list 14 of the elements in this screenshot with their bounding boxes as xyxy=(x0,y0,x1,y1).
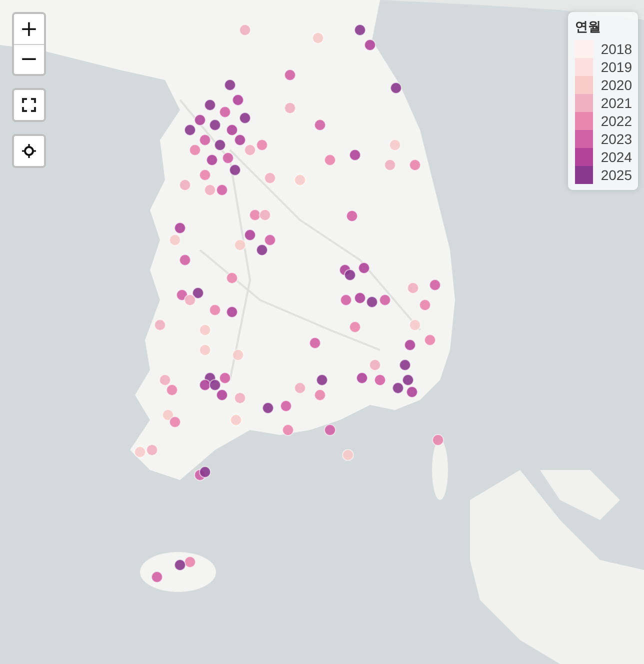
legend-label: 2024 xyxy=(600,149,632,165)
fullscreen-icon xyxy=(22,98,36,112)
zoom-out-button[interactable]: − xyxy=(14,44,44,74)
locate-button[interactable] xyxy=(14,136,44,166)
legend-label: 2020 xyxy=(600,77,632,93)
legend-label: 2018 xyxy=(600,41,632,57)
legend-title: 연월 xyxy=(574,18,602,36)
fullscreen-button[interactable] xyxy=(14,90,44,120)
legend-label: 2021 xyxy=(600,95,632,111)
legend-label: 2023 xyxy=(600,131,632,147)
locate-icon xyxy=(22,144,36,158)
legend-label: 2025 xyxy=(600,167,632,183)
legend-label: 2022 xyxy=(600,113,632,129)
legend-label: 2019 xyxy=(600,59,632,75)
